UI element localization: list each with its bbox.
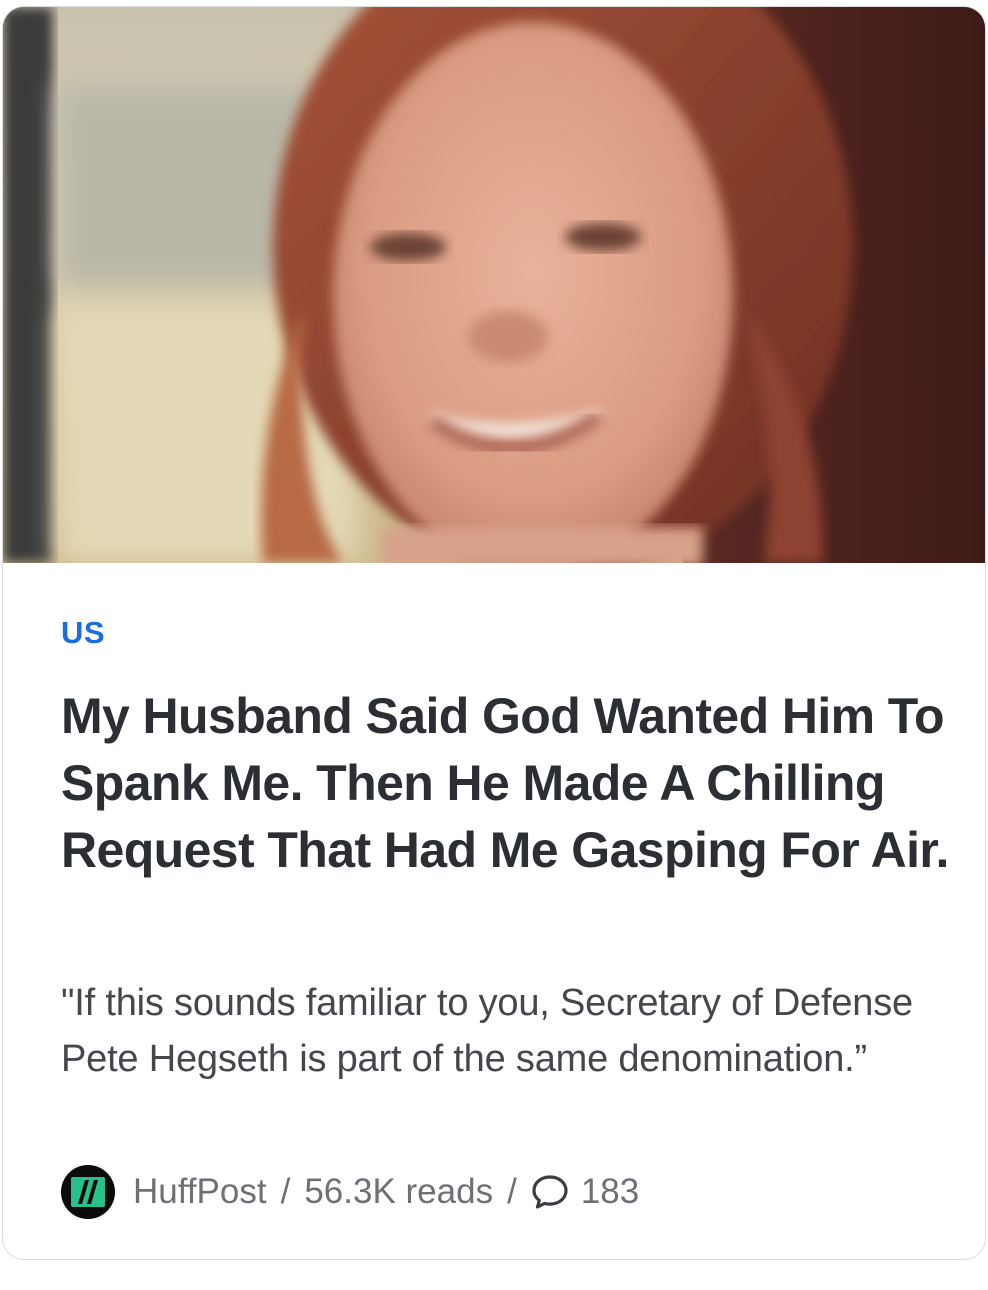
article-image[interactable] xyxy=(3,7,985,563)
source-name[interactable]: HuffPost xyxy=(133,1172,267,1212)
category-label[interactable]: US xyxy=(61,615,105,651)
read-count: 56.3K reads xyxy=(304,1172,494,1211)
portrait-photo xyxy=(3,7,985,563)
meta-separator: / xyxy=(280,1172,291,1211)
comment-bubble-icon[interactable] xyxy=(531,1174,569,1210)
comment-count[interactable]: 183 xyxy=(581,1172,639,1212)
huffpost-logo-icon[interactable] xyxy=(61,1165,115,1219)
article-headline[interactable]: My Husband Said God Wanted Him To Spank … xyxy=(61,683,951,884)
article-card[interactable]: US My Husband Said God Wanted Him To Spa… xyxy=(2,6,986,1260)
meta-separator: / xyxy=(507,1172,517,1211)
article-meta: HuffPost / 56.3K reads / 183 xyxy=(61,1163,639,1221)
article-summary: "If this sounds familiar to you, Secreta… xyxy=(61,982,913,1080)
